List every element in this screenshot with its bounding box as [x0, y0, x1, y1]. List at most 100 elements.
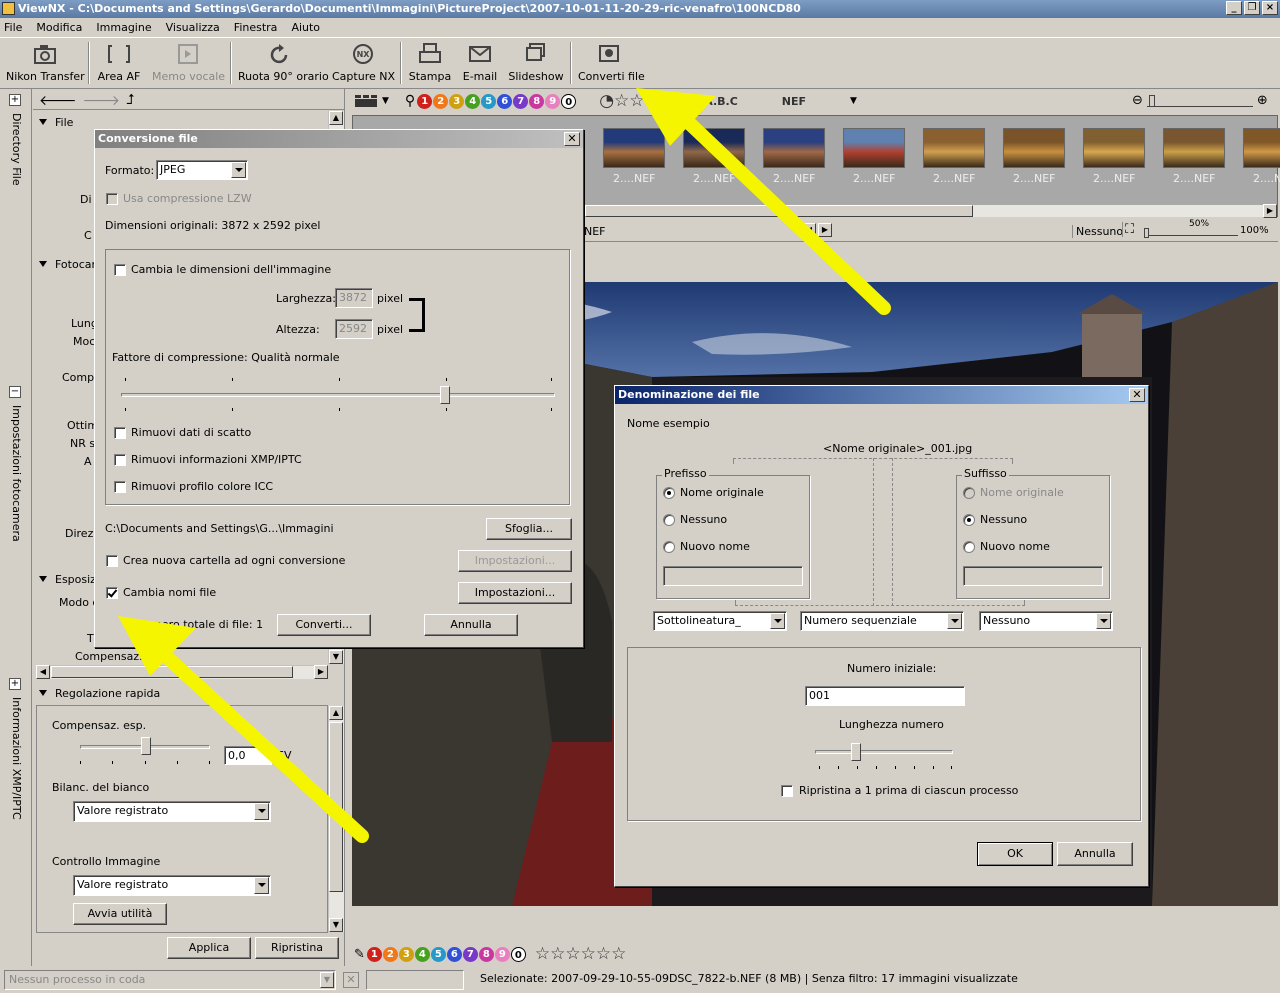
avvia-utilita-button[interactable]: Avvia utilità: [73, 903, 167, 925]
viewer-zoom-slider[interactable]: [1144, 228, 1238, 238]
white-balance-select[interactable]: Valore registrato: [73, 801, 271, 822]
prefix-name-input[interactable]: [663, 566, 803, 586]
tab-impostazioni-fotocamera[interactable]: Impostazioni fotocamera: [10, 405, 23, 542]
expand-directory-icon[interactable]: +: [9, 94, 21, 106]
quick-scroll-down-icon[interactable]: ▼: [329, 918, 343, 932]
folder-settings-button[interactable]: Impostazioni...: [458, 550, 572, 572]
separator-select[interactable]: Sottolineatura_: [653, 611, 787, 631]
quality-slider-thumb[interactable]: [440, 386, 450, 404]
tab-directory-file[interactable]: Directory File: [10, 113, 23, 186]
tab-informazioni-xmp[interactable]: Informazioni XMP/IPTC: [10, 697, 23, 820]
suffix-name-input[interactable]: [963, 566, 1103, 586]
remove-shooting-data-checkbox[interactable]: [114, 427, 126, 439]
color-label-3[interactable]: 3: [398, 946, 414, 962]
memo-vocale-button[interactable]: Memo vocale: [152, 42, 225, 83]
h-scroll-thumb[interactable]: [51, 666, 293, 678]
process-queue[interactable]: Nessun processo in coda ▼: [4, 970, 336, 990]
sort-abc-label[interactable]: A.B.C: [704, 95, 738, 108]
color-label-6[interactable]: 6: [446, 946, 462, 962]
cancel-queue-icon[interactable]: ✕: [343, 972, 359, 988]
stampa-button[interactable]: Stampa: [408, 42, 452, 83]
zoom-in-icon[interactable]: ⊕: [1257, 93, 1268, 108]
filter-label-icon[interactable]: ⚲: [405, 93, 415, 109]
pencil-label-icon[interactable]: ✎: [354, 947, 365, 962]
converti-button[interactable]: Converti...: [277, 614, 371, 636]
aspect-lock-icon[interactable]: [409, 298, 425, 332]
remove-xmp-checkbox[interactable]: [114, 454, 126, 466]
quick-scroll-thumb[interactable]: [329, 722, 343, 892]
view-menu-arrow-icon[interactable]: ▼: [382, 96, 389, 106]
section-fotocamera[interactable]: Fotocar: [39, 258, 96, 271]
file-type-filter[interactable]: NEF: [782, 95, 806, 108]
thumbnail-image[interactable]: [603, 128, 665, 168]
nikon-transfer-button[interactable]: Nikon Transfer: [6, 42, 85, 83]
minimize-button[interactable]: _: [1226, 1, 1242, 15]
folder-up-icon[interactable]: ⮥: [126, 92, 134, 109]
menu-visualizza[interactable]: Visualizza: [166, 21, 220, 34]
section-esposizione[interactable]: Esposiz: [39, 573, 96, 586]
thumbnail-image[interactable]: [1083, 128, 1145, 168]
prefix-none-radio[interactable]: [663, 514, 675, 526]
color-label-4[interactable]: 4: [414, 946, 430, 962]
rating-stars-icon[interactable]: ☆☆☆☆☆☆: [535, 945, 626, 962]
formato-select[interactable]: JPEG: [156, 160, 248, 180]
menu-finestra[interactable]: Finestra: [234, 21, 278, 34]
menu-modifica[interactable]: Modifica: [36, 21, 82, 34]
color-label-8[interactable]: 8: [478, 946, 494, 962]
quick-scroll-up-icon[interactable]: ▲: [329, 706, 343, 720]
color-label-1[interactable]: 1: [366, 946, 382, 962]
thumbnail-image[interactable]: [923, 128, 985, 168]
annulla-name-button[interactable]: Annulla: [1057, 842, 1133, 866]
ok-button[interactable]: OK: [977, 842, 1053, 866]
suffix-separator-select[interactable]: Nessuno: [979, 611, 1113, 631]
color-label-2[interactable]: 2: [382, 946, 398, 962]
thumbnail-image[interactable]: [1163, 128, 1225, 168]
exposure-value-input[interactable]: 0,0: [224, 746, 272, 765]
capture-nx-button[interactable]: NX Capture NX: [332, 42, 395, 83]
height-input[interactable]: 2592: [335, 319, 373, 339]
next-image-icon[interactable]: ▶: [818, 223, 832, 237]
thumb-size-slider[interactable]: ⊖ ⊕: [1132, 93, 1268, 108]
resize-checkbox[interactable]: [114, 264, 126, 276]
color-label-5[interactable]: 5: [430, 946, 446, 962]
color-label-9[interactable]: 9: [494, 946, 510, 962]
color-label-9[interactable]: 9: [545, 93, 561, 109]
scroll-up-arrow-icon[interactable]: ▲: [329, 111, 343, 125]
color-label-0[interactable]: 0: [561, 93, 577, 109]
exposure-slider-thumb[interactable]: [141, 737, 151, 755]
close-button[interactable]: ×: [1262, 1, 1278, 15]
restore-button[interactable]: ❐: [1244, 1, 1260, 15]
menu-file[interactable]: File: [4, 21, 22, 34]
slideshow-button[interactable]: Slideshow: [508, 42, 564, 83]
forward-arrow-icon[interactable]: 🡒: [83, 92, 121, 109]
picture-control-select[interactable]: Valore registrato: [73, 875, 271, 896]
number-length-slider[interactable]: [815, 750, 953, 754]
email-button[interactable]: E-mail: [460, 42, 500, 83]
denominazione-close-button[interactable]: ✕: [1129, 388, 1145, 402]
color-label-7[interactable]: 7: [462, 946, 478, 962]
file-type-arrow-icon[interactable]: ▼: [850, 96, 857, 106]
reset-counter-checkbox[interactable]: [781, 785, 793, 797]
prefix-original-radio[interactable]: [663, 487, 675, 499]
lzw-checkbox[interactable]: [106, 193, 118, 205]
section-regolazione-rapida[interactable]: Regolazione rapida: [39, 687, 160, 700]
color-label-6[interactable]: 6: [497, 93, 513, 109]
color-label-7[interactable]: 7: [513, 93, 529, 109]
number-length-thumb[interactable]: [851, 743, 861, 761]
color-label-3[interactable]: 3: [449, 93, 465, 109]
rating-filter-icon[interactable]: ◔☆☆☆☆☆: [599, 92, 690, 109]
thumbnail-image[interactable]: [843, 128, 905, 168]
color-label-8[interactable]: 8: [529, 93, 545, 109]
start-number-input[interactable]: 001: [805, 686, 965, 706]
zoom-out-icon[interactable]: ⊖: [1132, 93, 1143, 108]
remove-icc-checkbox[interactable]: [114, 481, 126, 493]
suffix-new-radio[interactable]: [963, 541, 975, 553]
viewer-display-mode[interactable]: Nessuno: [1072, 225, 1123, 238]
annulla-conv-button[interactable]: Annulla: [424, 614, 518, 636]
scroll-right-arrow-icon[interactable]: ▶: [314, 665, 328, 679]
thumb-scroll-right-icon[interactable]: ▶: [1263, 204, 1277, 218]
color-label-0[interactable]: 0: [510, 946, 526, 962]
rename-files-checkbox[interactable]: [106, 587, 118, 599]
expand-xmp-icon[interactable]: +: [9, 678, 21, 690]
collapse-settings-icon[interactable]: −: [9, 386, 21, 398]
